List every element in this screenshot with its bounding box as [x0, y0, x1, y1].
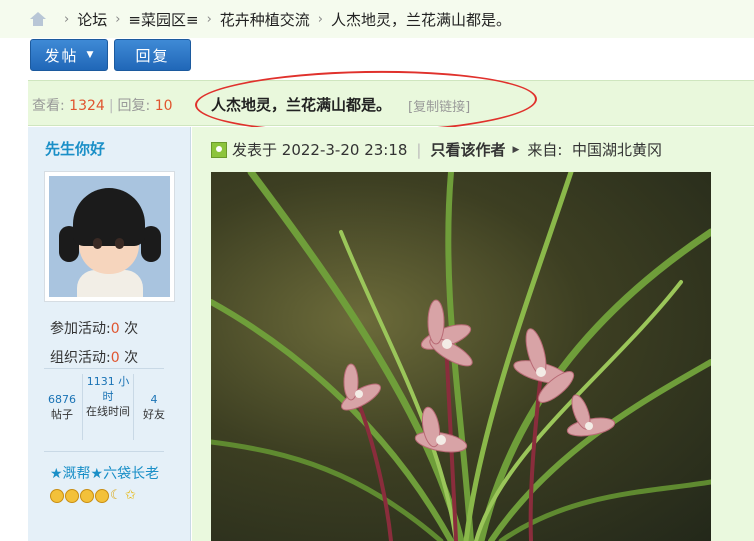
breadcrumb-separator: ›: [317, 11, 323, 27]
breadcrumb: › 论坛 › ≡菜园区≡ › 花卉种植交流 › 人杰地灵，兰花满山都是。: [0, 0, 754, 38]
from-label: 来自:: [527, 141, 563, 159]
friends-count[interactable]: 4: [136, 392, 172, 407]
replies-label: 回复:: [117, 98, 151, 114]
breadcrumb-flowers[interactable]: 花卉种植交流: [220, 9, 310, 30]
friends-stat[interactable]: 4 好友: [136, 392, 172, 422]
play-icon: ▶: [512, 144, 520, 155]
only-author-link[interactable]: 只看该作者: [430, 139, 505, 160]
activity-organized-count: 0: [110, 350, 120, 366]
moon-medal-icon: ☾: [110, 488, 122, 503]
breadcrumb-separator: ›: [64, 11, 70, 27]
online-status-icon: [211, 141, 227, 158]
post-meta: 发表于 2022-3-20 23:18 | 只看该作者 ▶ 来自: 中国湖北黄冈: [211, 139, 662, 160]
new-post-button[interactable]: 发帖 ▼: [30, 39, 108, 71]
activity-organized: 组织活动:0 次: [50, 350, 139, 366]
activity-joined: 参加活动:0 次: [50, 321, 139, 337]
sun-medal-icon: [50, 489, 64, 503]
views-count: 1324: [69, 98, 105, 114]
posts-count[interactable]: 6876: [44, 392, 80, 407]
posts-label: 帖子: [51, 408, 73, 421]
views-label: 查看:: [32, 98, 65, 114]
rank-medals: ☾ ✩: [50, 489, 139, 503]
friends-label: 好友: [143, 408, 165, 421]
divider: [133, 374, 134, 440]
replies-count: 10: [154, 98, 173, 114]
reply-button[interactable]: 回复: [114, 39, 191, 71]
online-time-value: 1131 小时: [86, 375, 130, 403]
breadcrumb-forum[interactable]: 论坛: [77, 9, 107, 30]
breadcrumb-current: 人杰地灵，兰花满山都是。: [330, 10, 511, 29]
reply-label: 回复: [135, 46, 170, 65]
new-post-label: 发帖: [44, 46, 79, 65]
from-location: 中国湖北黄冈: [572, 141, 663, 159]
orchid-illustration: [211, 172, 711, 541]
breadcrumb-separator: ›: [115, 11, 121, 27]
online-time-stat: 1131 小时 在线时间: [84, 374, 132, 419]
orchid-photo[interactable]: [211, 172, 711, 541]
sun-medal-icon: [80, 489, 94, 503]
activity-joined-count: 0: [110, 321, 120, 337]
avatar[interactable]: [44, 171, 175, 302]
breadcrumb-separator: ›: [206, 11, 212, 27]
online-time-label: 在线时间: [86, 405, 130, 418]
divider: [44, 451, 164, 452]
post-datetime: 2022-3-20 23:18: [281, 140, 408, 159]
avatar-image: [49, 176, 170, 297]
chevron-down-icon[interactable]: ▼: [87, 50, 94, 60]
posted-label: 发表于: [232, 141, 278, 159]
sun-medal-icon: [65, 489, 79, 503]
breadcrumb-garden[interactable]: ≡菜园区≡: [128, 9, 198, 30]
thread-stats: 查看: 1324 | 回复: 10: [32, 98, 173, 114]
divider: [44, 368, 164, 369]
author-name[interactable]: 先生你好: [45, 138, 105, 159]
user-group[interactable]: ★溉帮★六袋长老: [50, 463, 159, 483]
sun-medal-icon: [95, 489, 109, 503]
home-icon[interactable]: [30, 12, 46, 26]
posts-stat[interactable]: 6876 帖子: [44, 392, 80, 422]
divider: [82, 374, 83, 440]
star-medal-icon: ✩: [125, 488, 136, 503]
